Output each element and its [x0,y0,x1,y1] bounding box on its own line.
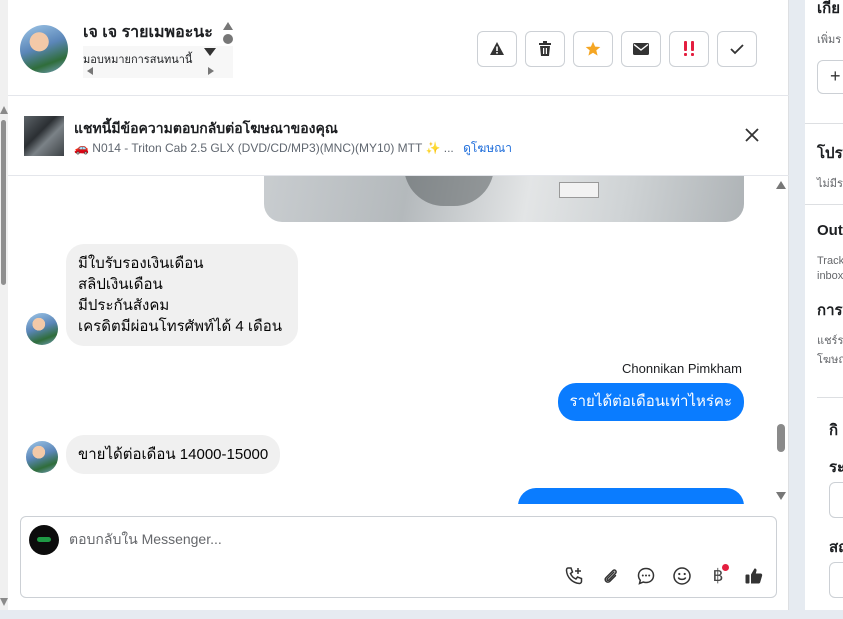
star-button[interactable] [573,31,613,67]
section-title: กิ [829,422,839,439]
priority-button[interactable] [669,31,709,67]
message-composer: ฿ [20,516,777,598]
contact-name[interactable]: เจ เจ รายเมพอะนะ [83,20,213,45]
contact-avatar-small[interactable] [26,313,58,345]
divider [817,397,843,398]
chevron-down-icon[interactable] [204,48,216,56]
section-title: Out [817,222,843,239]
scroll-up-arrow[interactable] [0,106,8,114]
ad-banner-subtitle: 🚗 N014 - Triton Cab 2.5 GLX (DVD/CD/MP3)… [74,139,512,158]
spinner-dot-icon [223,34,233,44]
report-button[interactable] [477,31,517,67]
section-title: เกีย [817,0,840,17]
image-detail [559,182,599,198]
section-subtitle: เพิ่มร [817,34,842,46]
mark-unread-button[interactable] [621,31,661,67]
check-icon [730,44,744,55]
scroll-up-arrow[interactable] [776,181,786,189]
payment-button[interactable]: ฿ [706,564,730,588]
field-label: สถ [829,539,843,556]
contact-details-panel: เกีย เพิ่มร + โปร ไม่มีร Out Track inbox… [805,0,843,610]
like-button[interactable] [742,564,766,588]
message-line: มีใบรับรองเงินเดือน [78,255,204,272]
done-button[interactable] [717,31,757,67]
scroll-down-arrow[interactable] [776,492,786,500]
delete-button[interactable] [525,31,565,67]
warning-icon [490,42,504,55]
call-button[interactable] [562,564,586,588]
view-ad-link[interactable]: ดูโฆษณา [463,141,512,155]
car-icon: 🚗 [74,141,93,155]
contact-avatar-small[interactable] [26,441,58,473]
image-message[interactable] [264,176,744,222]
outgoing-message-partial[interactable] [518,488,744,504]
thumbs-up-icon [745,568,763,584]
section-title: โปร [817,145,843,162]
page-avatar [29,525,59,555]
conversation-header: เจ เจ รายเมพอะนะ มอบหมายการสนทนานี้ [8,0,789,96]
incoming-message[interactable]: ขายได้ต่อเดือน 14000-15000 [66,435,281,474]
envelope-icon [633,43,649,55]
star-icon [585,41,601,56]
double-exclamation-icon [684,41,694,56]
scroll-down-arrow[interactable] [0,598,8,606]
chat-bubble-icon [637,567,655,585]
section-subtitle: Track [817,255,843,267]
section-subtitle: inbox [817,270,843,282]
message-list: มีใบรับรองเงินเดือน สลิปเงินเดือน มีประก… [8,176,789,504]
field-label: ระ [829,459,843,476]
emoji-button[interactable] [670,564,694,588]
ad-reply-banner: แชทนี้มีข้อความตอบกลับต่อโฆษณาของคุณ 🚗 N… [8,96,789,176]
assign-label: มอบหมายการสนทนานี้ [83,54,193,66]
sender-name: Chonnikan Pimkham [622,361,742,376]
ad-thumbnail[interactable] [24,116,64,156]
trash-icon [539,41,551,56]
paperclip-icon [604,569,617,583]
close-icon[interactable] [745,128,759,142]
spinner-up-icon[interactable] [223,22,233,30]
scroll-thumb[interactable] [777,424,785,452]
divider [805,204,843,205]
section-subtitle: โฆษณ [817,354,843,366]
section-title: การ [817,302,843,319]
messages-scrollbar[interactable] [776,176,788,504]
section-subtitle: แชร์ร [817,335,843,347]
message-line: มีประกันสังคม [78,297,170,314]
notification-dot [722,564,729,571]
divider [805,123,843,124]
saved-replies-button[interactable] [634,564,658,588]
field-input[interactable] [829,482,843,518]
image-detail [404,176,494,206]
attach-button[interactable] [598,564,622,588]
phone-plus-icon [565,567,583,585]
message-input[interactable] [69,531,749,547]
assign-conversation-select[interactable]: มอบหมายการสนทนานี้ [83,46,233,78]
ad-banner-title: แชทนี้มีข้อความตอบกลับต่อโฆษณาของคุณ [74,120,338,136]
ad-name: N014 - Triton Cab 2.5 GLX (DVD/CD/MP3)(M… [92,141,454,155]
field-input[interactable] [829,562,843,598]
message-line: เครดิตมีผ่อนโทรศัพท์ได้ 4 เดือน [78,318,283,335]
add-button[interactable]: + [817,60,843,94]
section-subtitle: ไม่มีร [817,178,843,190]
left-scrollbar[interactable] [0,0,8,610]
scroll-thumb[interactable] [1,120,6,285]
outgoing-message[interactable]: รายได้ต่อเดือนเท่าไหร่คะ [557,383,744,421]
contact-avatar[interactable] [20,25,68,73]
scroll-left-icon[interactable] [87,67,93,75]
chat-panel: เจ เจ รายเมพอะนะ มอบหมายการสนทนานี้ แชทน… [8,0,789,610]
incoming-message[interactable]: มีใบรับรองเงินเดือน สลิปเงินเดือน มีประก… [66,244,298,346]
smiley-icon [673,567,691,585]
scroll-right-icon[interactable] [208,67,214,75]
message-line: สลิปเงินเดือน [78,276,163,293]
